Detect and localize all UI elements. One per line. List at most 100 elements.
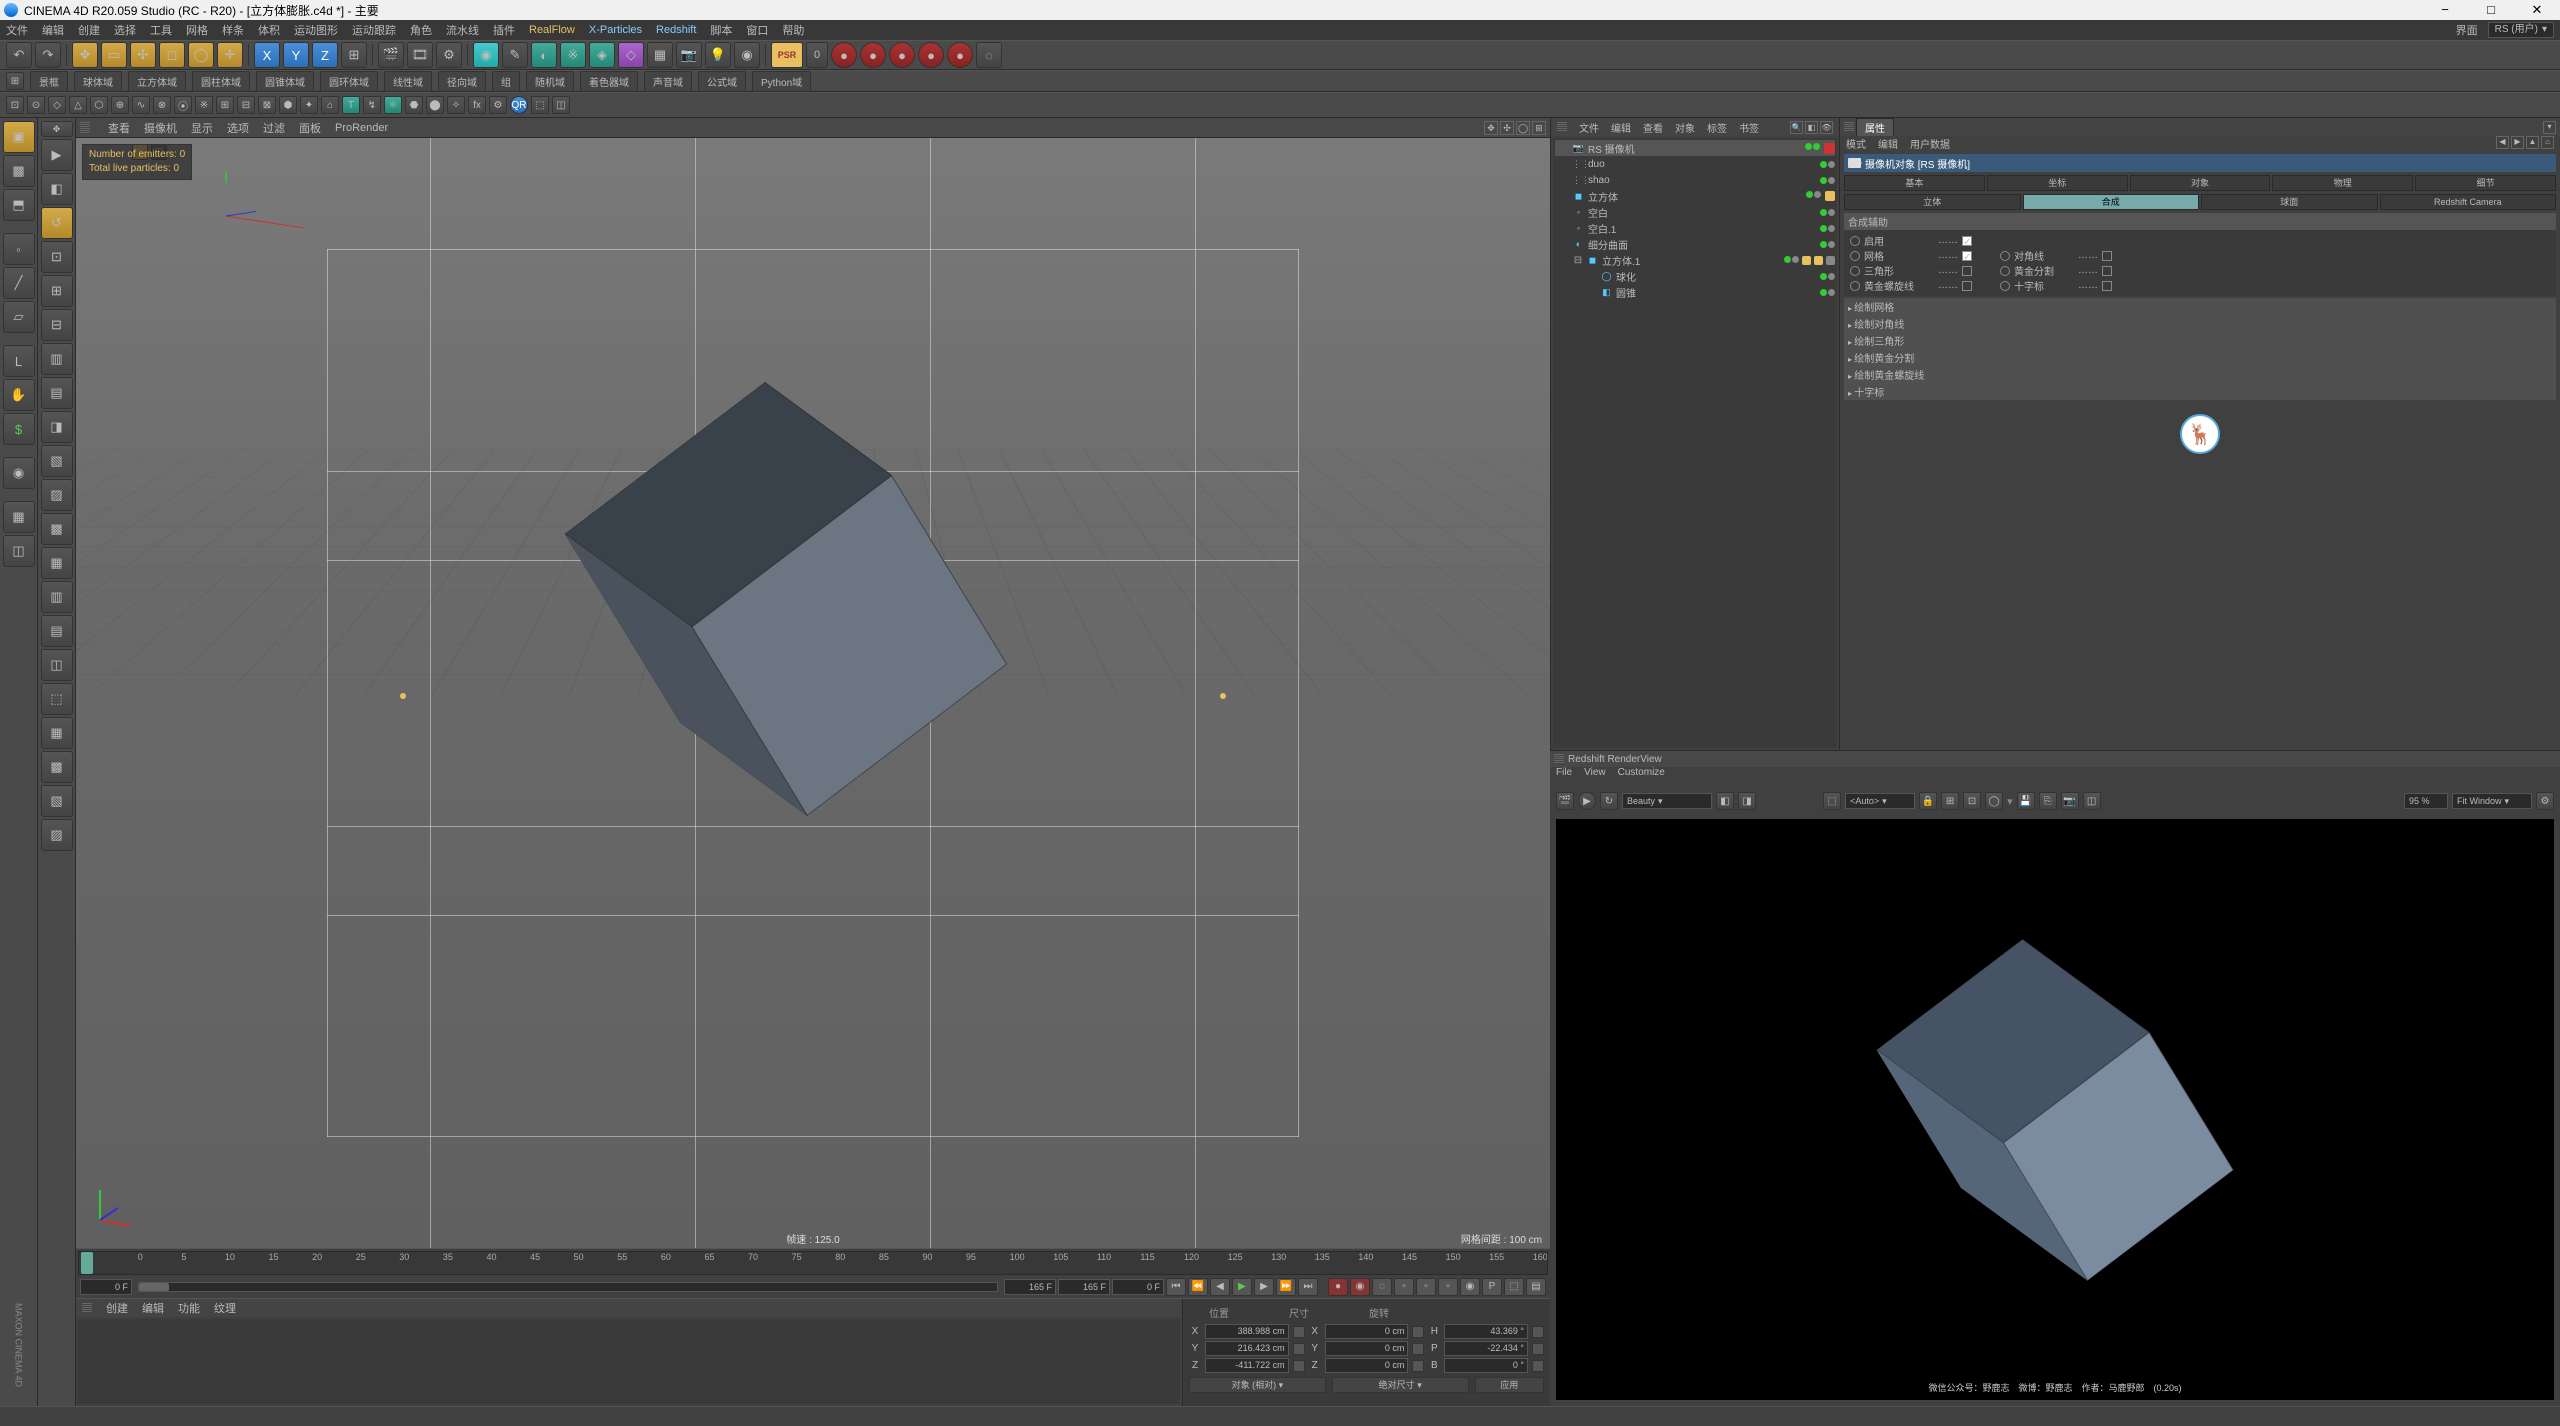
goto-end-icon[interactable]: ⏭ <box>1298 1278 1318 1296</box>
rs-refresh-icon[interactable]: ↻ <box>1600 792 1618 810</box>
mat-menu-item[interactable]: 纹理 <box>214 1300 236 1316</box>
misc6-icon[interactable]: ▨ <box>41 479 73 511</box>
rs-ipr-icon[interactable]: ▶ <box>1578 792 1596 810</box>
accordion-header[interactable]: 十字标 <box>1844 383 2556 400</box>
key-s-icon[interactable]: ▫ <box>1416 1278 1436 1296</box>
field-btn[interactable]: 圆锥体域 <box>256 71 314 92</box>
attr-menu-item[interactable]: 用户数据 <box>1910 136 1950 152</box>
field-btn[interactable]: 径向域 <box>438 71 486 92</box>
attr-tab-composite[interactable]: 合成 <box>2023 194 2200 210</box>
poly-mode-icon[interactable]: ▱ <box>3 301 35 333</box>
micro-tool[interactable]: ✥ <box>41 121 73 137</box>
snap-icon[interactable]: ⬡ <box>90 96 108 114</box>
axis-y-icon[interactable]: Y <box>283 42 309 68</box>
misc10-icon[interactable]: ▤ <box>41 615 73 647</box>
subdiv-icon[interactable]: ※ <box>560 42 586 68</box>
misc5-icon[interactable]: ▧ <box>41 445 73 477</box>
spin-icon[interactable] <box>1412 1360 1424 1372</box>
field-btn[interactable]: 随机域 <box>526 71 574 92</box>
snap-icon[interactable]: ⊠ <box>258 96 276 114</box>
play-icon[interactable]: ▶ <box>1232 1278 1252 1296</box>
snap-icon[interactable]: ∿ <box>132 96 150 114</box>
key-r-icon[interactable]: ▫ <box>1438 1278 1458 1296</box>
window-close[interactable]: ✕ <box>2514 0 2560 20</box>
rs-save-icon[interactable]: 💾 <box>2017 792 2035 810</box>
zero-button[interactable]: 0 <box>806 42 828 68</box>
rs-menu-item[interactable]: View <box>1584 767 1606 783</box>
rs-aov-select[interactable]: Beauty ▾ <box>1622 793 1712 809</box>
snap-icon[interactable]: ⚛ <box>384 96 402 114</box>
menu-item[interactable]: 创建 <box>78 22 100 38</box>
snap-icon[interactable]: T <box>342 96 360 114</box>
mat-menu-item[interactable]: 功能 <box>178 1300 200 1316</box>
obj-menu-item[interactable]: 标签 <box>1707 120 1727 135</box>
primitive-icon[interactable]: ◉ <box>473 42 499 68</box>
coord-sys-icon[interactable]: ⊞ <box>341 42 367 68</box>
select-rect-icon[interactable]: ▭ <box>101 42 127 68</box>
render-settings-icon[interactable]: ⚙ <box>436 42 462 68</box>
snap-icon[interactable]: ✧ <box>447 96 465 114</box>
rs-settings-icon[interactable]: ⚙ <box>2536 792 2554 810</box>
mat-menu-item[interactable]: 创建 <box>106 1300 128 1316</box>
psr-button[interactable]: PSR <box>771 42 803 68</box>
prev-key-icon[interactable]: ⏪ <box>1188 1278 1208 1296</box>
field-btn[interactable]: 组 <box>492 71 520 92</box>
menu-item[interactable]: 帮助 <box>782 22 804 38</box>
field-btn[interactable]: 球体域 <box>74 71 122 92</box>
field-btn[interactable]: 立方体域 <box>128 71 186 92</box>
snap-icon[interactable]: ⊕ <box>111 96 129 114</box>
rot-h-field[interactable]: 43.369 ° <box>1444 1324 1528 1339</box>
autokey-icon[interactable]: ◉ <box>1350 1278 1370 1296</box>
model-mode-icon[interactable]: ▣ <box>3 121 35 153</box>
frame-start-field[interactable]: 0 F <box>80 1279 132 1295</box>
rs-auto-select[interactable]: <Auto> ▾ <box>1845 793 1915 809</box>
rotate-icon[interactable]: ◯ <box>188 42 214 68</box>
mat-menu-item[interactable]: 编辑 <box>142 1300 164 1316</box>
snap-icon[interactable]: ⊞ <box>216 96 234 114</box>
vp-menu-item[interactable]: 摄像机 <box>144 120 177 136</box>
render-pv-icon[interactable]: 🎬 <box>378 42 404 68</box>
tree-item[interactable]: 📷RS 摄像机 <box>1555 140 1835 156</box>
attr-tab-sphere[interactable]: 球面 <box>2201 194 2378 210</box>
camera-icon[interactable]: 📷 <box>676 42 702 68</box>
size-z-field[interactable]: 0 cm <box>1325 1358 1409 1373</box>
record-icon[interactable]: ● <box>1328 1278 1348 1296</box>
key-a-icon[interactable]: ◉ <box>1460 1278 1480 1296</box>
rec-s-icon[interactable]: ● <box>860 42 886 68</box>
frame-range-field[interactable]: 165 F <box>1004 1279 1056 1295</box>
grip-icon[interactable] <box>80 122 90 134</box>
tree-item[interactable]: ◧圆锥 <box>1555 284 1835 300</box>
tree-item[interactable]: ◯球化 <box>1555 268 1835 284</box>
misc16-icon[interactable]: ▨ <box>41 819 73 851</box>
snap-icon[interactable]: ⌂ <box>321 96 339 114</box>
scale-icon[interactable]: ◻ <box>159 42 185 68</box>
snap-icon[interactable]: ◫ <box>552 96 570 114</box>
menu-item[interactable]: RealFlow <box>529 24 575 36</box>
misc3-icon[interactable]: ▤ <box>41 377 73 409</box>
menu-item[interactable]: 插件 <box>493 22 515 38</box>
frame-cur-field[interactable]: 0 F <box>1112 1279 1164 1295</box>
attr-tab-basic[interactable]: 基本 <box>1844 175 1985 191</box>
accordion-header[interactable]: 绘制黄金螺旋线 <box>1844 366 2556 383</box>
move-icon[interactable]: ✣ <box>130 42 156 68</box>
rs-chan-icon[interactable]: ◧ <box>1716 792 1734 810</box>
misc8-icon[interactable]: ▦ <box>41 547 73 579</box>
texture-mode-icon[interactable]: ▩ <box>3 155 35 187</box>
rs-render-viewport[interactable]: 微信公众号：野鹿志 微博：野鹿志 作者：马鹿野郎 (0.20s) <box>1556 819 2554 1400</box>
quickrender-icon[interactable]: QR <box>510 96 528 114</box>
bulb-icon[interactable]: ◉ <box>734 42 760 68</box>
vp-menu-item[interactable]: ProRender <box>335 122 388 134</box>
eye-icon[interactable]: 👁 <box>1820 121 1833 134</box>
spin-icon[interactable] <box>1293 1343 1305 1355</box>
spin-icon[interactable] <box>1293 1360 1305 1372</box>
axis-icon[interactable]: L <box>3 345 35 377</box>
axis-z-icon[interactable]: Z <box>312 42 338 68</box>
rs-snapshot-icon[interactable]: 📷 <box>2061 792 2079 810</box>
window-minimize[interactable]: − <box>2422 0 2468 20</box>
undo-icon[interactable]: ↶ <box>6 42 32 68</box>
vp-menu-item[interactable]: 过滤 <box>263 120 285 136</box>
light-icon[interactable]: 💡 <box>705 42 731 68</box>
safe-icon[interactable]: ◫ <box>3 535 35 567</box>
rec-r-icon[interactable]: ● <box>889 42 915 68</box>
fcurve-icon[interactable]: ⬚ <box>1504 1278 1524 1296</box>
